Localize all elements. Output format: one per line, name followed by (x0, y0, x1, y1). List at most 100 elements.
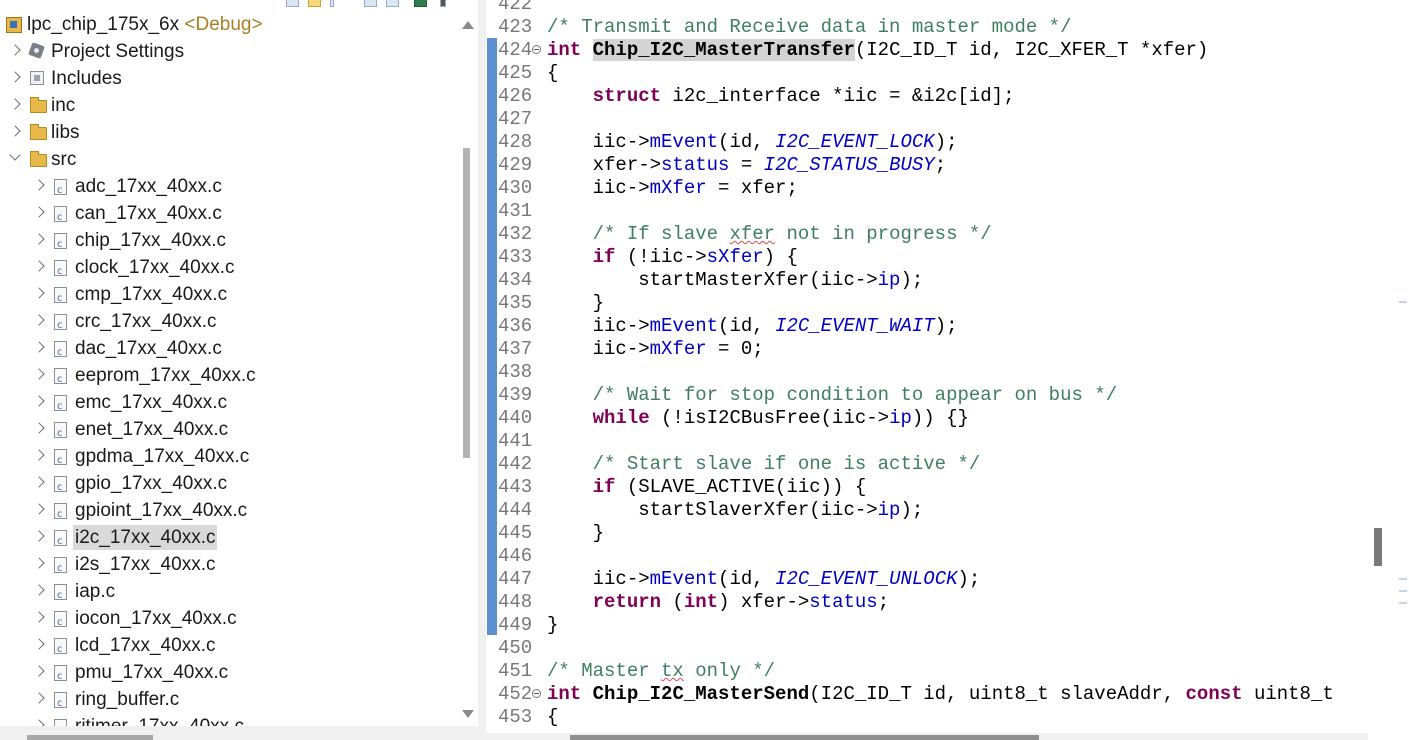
tree-item-src[interactable]: src (0, 146, 457, 173)
code-line[interactable]: 435 } (486, 292, 1366, 315)
chevron-right-icon[interactable] (33, 206, 45, 218)
tree-item-includes[interactable]: Includes (0, 65, 457, 92)
tree-file-item[interactable]: cmp_17xx_40xx.c (0, 281, 457, 312)
chevron-right-icon[interactable] (33, 260, 45, 272)
chevron-right-icon[interactable] (33, 449, 45, 461)
editor-horizontal-scrollbar[interactable] (486, 733, 1368, 740)
code-line[interactable]: 432 /* If slave xfer not in progress */ (486, 223, 1366, 246)
link-editor-icon[interactable] (308, 0, 321, 7)
explorer-scroll-thumb[interactable] (463, 148, 470, 458)
chevron-right-icon[interactable] (33, 557, 45, 569)
build-icon[interactable] (414, 0, 427, 7)
tree-file-item[interactable]: clock_17xx_40xx.c (0, 254, 457, 285)
explorer-horizontal-scrollbar[interactable] (0, 726, 478, 740)
chevron-right-icon[interactable] (33, 503, 45, 515)
code-editor[interactable]: 422 423 /* Transmit and Receive data in ma… (486, 0, 1409, 740)
code-line[interactable]: 437 iic->mXfer = 0; (486, 338, 1366, 361)
tree-file-item[interactable]: gpio_17xx_40xx.c (0, 470, 457, 501)
overview-ruler-mark[interactable] (1399, 602, 1407, 604)
code-line[interactable]: 446 (486, 545, 1366, 568)
code-line[interactable]: 444 startSlaverXfer(iic->ip); (486, 499, 1366, 522)
overview-ruler-mark[interactable] (1399, 590, 1407, 592)
tree-file-item[interactable]: can_17xx_40xx.c (0, 200, 457, 231)
sync-icon[interactable] (386, 0, 399, 7)
chevron-right-icon[interactable] (9, 71, 21, 83)
code-line[interactable]: 441 (486, 430, 1366, 453)
chevron-right-icon[interactable] (33, 584, 45, 596)
tree-file-item[interactable]: i2c_17xx_40xx.c (0, 524, 457, 555)
code-line[interactable]: 431 (486, 200, 1366, 223)
code-line[interactable]: 445 } (486, 522, 1366, 545)
filter-icon[interactable] (364, 0, 377, 7)
overview-ruler-mark[interactable] (1399, 578, 1407, 580)
scroll-down-arrow-icon[interactable] (462, 710, 474, 718)
chevron-right-icon[interactable] (33, 368, 45, 380)
tree-file-item[interactable]: dac_17xx_40xx.c (0, 335, 457, 366)
chevron-right-icon[interactable] (33, 665, 45, 677)
chevron-down-icon[interactable] (9, 149, 21, 161)
chevron-right-icon[interactable] (33, 422, 45, 434)
pane-divider[interactable] (478, 0, 486, 740)
chevron-right-icon[interactable] (33, 395, 45, 407)
tree-file-item[interactable]: gpioint_17xx_40xx.c (0, 497, 457, 528)
code-line[interactable]: 433 if (!iic->sXfer) { (486, 246, 1366, 269)
code-line[interactable]: 440 while (!isI2CBusFree(iic->ip)) {} (486, 407, 1366, 430)
chevron-right-icon[interactable] (33, 341, 45, 353)
tree-file-item[interactable]: emc_17xx_40xx.c (0, 389, 457, 420)
code-line[interactable]: 449} (486, 614, 1366, 637)
overview-ruler-mark[interactable] (1399, 301, 1407, 303)
fold-toggle-icon[interactable] (532, 45, 541, 54)
view-menu-icon[interactable] (440, 0, 446, 7)
code-line[interactable]: 434 startMasterXfer(iic->ip); (486, 269, 1366, 292)
tree-file-item[interactable]: crc_17xx_40xx.c (0, 308, 457, 339)
scroll-up-arrow-icon[interactable] (462, 21, 474, 29)
tree-file-item[interactable]: iocon_17xx_40xx.c (0, 605, 457, 636)
chevron-right-icon[interactable] (33, 692, 45, 704)
tree-file-item[interactable]: gpdma_17xx_40xx.c (0, 443, 457, 474)
chevron-right-icon[interactable] (33, 233, 45, 245)
code-line[interactable]: 448 return (int) xfer->status; (486, 591, 1366, 614)
editor-vertical-scrollbar[interactable] (1368, 0, 1409, 733)
tree-project-root[interactable]: lpc_chip_175x_6x <Debug> (0, 11, 457, 38)
code-line[interactable]: 427 (486, 108, 1366, 131)
tree-item-inc[interactable]: inc (0, 92, 457, 119)
tree-item-project-settings[interactable]: Project Settings (0, 38, 457, 65)
code-line[interactable]: 436 iic->mEvent(id, I2C_EVENT_WAIT); (486, 315, 1366, 338)
tree-file-item[interactable]: adc_17xx_40xx.c (0, 173, 457, 204)
chevron-right-icon[interactable] (33, 530, 45, 542)
code-line[interactable]: 425 { (486, 62, 1366, 85)
chevron-right-icon[interactable] (33, 314, 45, 326)
chevron-right-icon[interactable] (33, 476, 45, 488)
code-line[interactable]: 443 if (SLAVE_ACTIVE(iic)) { (486, 476, 1366, 499)
chevron-right-icon[interactable] (9, 98, 21, 110)
tree-file-item[interactable]: chip_17xx_40xx.c (0, 227, 457, 258)
code-line[interactable]: 442 /* Start slave if one is active */ (486, 453, 1366, 476)
code-line[interactable]: 453 { (486, 706, 1366, 729)
collapse-all-icon[interactable] (286, 0, 299, 7)
editor-hscroll-thumb[interactable] (570, 735, 1039, 740)
fold-toggle-icon[interactable] (532, 689, 541, 698)
chevron-right-icon[interactable] (33, 611, 45, 623)
code-line[interactable]: 426 struct i2c_interface *iic = &i2c[id]… (486, 85, 1366, 108)
code-line[interactable]: 451 /* Master tx only */ (486, 660, 1366, 683)
code-line[interactable]: 450 (486, 637, 1366, 660)
tree-item-libs[interactable]: libs (0, 119, 457, 146)
tree-file-item[interactable]: iap.c (0, 578, 457, 609)
chevron-right-icon[interactable] (33, 179, 45, 191)
explorer-vertical-scrollbar[interactable] (458, 0, 478, 726)
code-line[interactable]: 439 /* Wait for stop condition to appear… (486, 384, 1366, 407)
chevron-right-icon[interactable] (9, 125, 21, 137)
code-line[interactable]: 452 int Chip_I2C_MasterSend(I2C_ID_T id, … (486, 683, 1366, 706)
tree-file-item[interactable]: pmu_17xx_40xx.c (0, 659, 457, 690)
code-line[interactable]: 422 (486, 0, 1366, 16)
tree-file-item[interactable]: enet_17xx_40xx.c (0, 416, 457, 447)
code-line[interactable]: 430 iic->mXfer = xfer; (486, 177, 1366, 200)
code-line[interactable]: 424 int Chip_I2C_MasterTransfer(I2C_ID_T … (486, 39, 1366, 62)
tree-file-item[interactable]: eeprom_17xx_40xx.c (0, 362, 457, 393)
code-line[interactable]: 428 iic->mEvent(id, I2C_EVENT_LOCK); (486, 131, 1366, 154)
code-line[interactable]: 447 iic->mEvent(id, I2C_EVENT_UNLOCK); (486, 568, 1366, 591)
tree-file-item[interactable]: lcd_17xx_40xx.c (0, 632, 457, 663)
tree-file-item[interactable]: i2s_17xx_40xx.c (0, 551, 457, 582)
chevron-right-icon[interactable] (33, 638, 45, 650)
chevron-right-icon[interactable] (9, 44, 21, 56)
